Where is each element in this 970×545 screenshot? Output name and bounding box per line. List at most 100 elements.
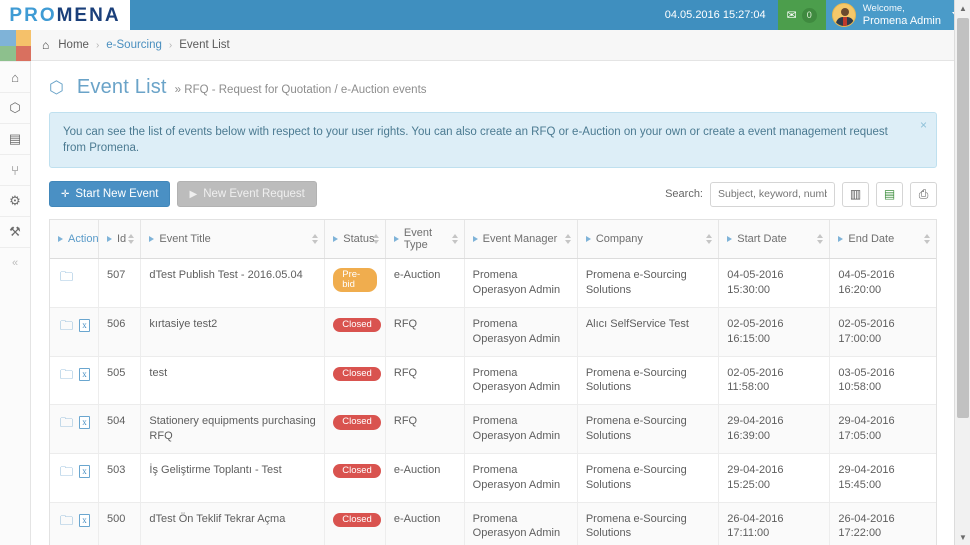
cell-status: Closed — [324, 356, 386, 406]
breadcrumb-separator: › — [168, 39, 173, 51]
sidebar-item-tools[interactable]: ⚒ — [0, 216, 30, 247]
sort-icon[interactable] — [564, 234, 571, 245]
sidebar-item-settings[interactable]: ⚙ — [0, 185, 30, 216]
column-label: Event Manager — [482, 233, 558, 246]
folder-icon[interactable]: 🗀 — [60, 269, 73, 284]
page-scrollbar[interactable]: ▲ ▼ — [954, 0, 970, 545]
close-icon[interactable]: × — [920, 119, 927, 131]
sidebar-item-home[interactable]: ⌂ — [0, 61, 30, 92]
sidebar-logo-squares[interactable] — [0, 30, 31, 61]
column-label: Status — [343, 233, 375, 246]
sort-icon[interactable] — [128, 234, 135, 245]
folder-icon[interactable]: 🗀 — [60, 513, 73, 528]
table-row[interactable]: 🗀 500dTest Ön Teklif Tekrar Açma Closede-A… — [50, 502, 936, 545]
sidebar-item-briefcase[interactable]: ▤ — [0, 123, 30, 154]
user-menu[interactable]: Welcome, Promena Admin — [825, 0, 970, 30]
cell-action: 🗀 — [50, 404, 99, 454]
new-event-request-button[interactable]: ▶ New Event Request — [177, 181, 317, 208]
sidebar-item-sitemap[interactable]: ⑂ — [0, 154, 30, 185]
start-new-event-label: Start New Event — [75, 188, 159, 201]
excel-icon[interactable] — [79, 318, 91, 332]
cell-event-manager: Promena Operasyon Admin — [464, 404, 578, 454]
breadcrumb-separator: › — [95, 39, 100, 51]
cell-event-title: kırtasiye test2 — [140, 307, 326, 357]
sort-icon[interactable] — [312, 234, 319, 245]
column-header-event-manager[interactable]: Event Manager — [464, 220, 578, 260]
cell-event-type: e-Auction — [385, 258, 465, 308]
table-row[interactable]: 🗀 505test ClosedRFQPromena Operasyon Admin… — [50, 356, 936, 406]
collapse-icon: « — [11, 257, 19, 269]
status-badge: Closed — [333, 317, 381, 333]
column-label: Event Title — [159, 233, 211, 246]
folder-icon[interactable]: 🗀 — [60, 367, 73, 382]
table-row[interactable]: 🗀 504Stationery equipments purchasing RFQ… — [50, 404, 936, 454]
table-row[interactable]: 🗀 507 dTest Publish Test - 2016.05.04 Pre-b… — [50, 258, 936, 308]
sort-icon[interactable] — [372, 234, 379, 245]
cell-id: 500 — [98, 502, 142, 545]
column-header-action[interactable]: Action — [50, 220, 99, 260]
box-icon: ⬡ — [49, 78, 64, 97]
brand-logo-pro: PRO — [9, 4, 57, 26]
table-row[interactable]: 🗀 506kırtasiye test2 ClosedRFQPromena Oper… — [50, 307, 936, 357]
cell-company: Promena e-Sourcing Solutions — [577, 258, 720, 308]
column-header-company[interactable]: Company — [577, 220, 720, 260]
scroll-down-arrow-icon[interactable]: ▼ — [955, 529, 970, 545]
scrollbar-thumb[interactable] — [957, 18, 969, 418]
folder-icon[interactable]: 🗀 — [60, 318, 73, 333]
column-label: Company — [595, 233, 643, 246]
cell-event-title: dTest Ön Teklif Tekrar Açma — [140, 502, 326, 545]
folder-icon[interactable]: 🗀 — [60, 415, 73, 430]
cell-status: Closed — [324, 453, 386, 503]
breadcrumb-item-esourcing[interactable]: e-Sourcing — [106, 39, 162, 51]
sort-icon[interactable] — [924, 234, 930, 245]
cell-id: 505 — [98, 356, 142, 406]
cell-start-date: 29-04-2016 15:25:00 — [718, 453, 831, 503]
cell-event-manager: Promena Operasyon Admin — [464, 258, 578, 308]
column-header-event-title[interactable]: Event Title — [140, 220, 326, 260]
print-button[interactable]: ⎙ — [910, 181, 937, 207]
sidebar-rail: ⌂ ⬡ ▤ ⑂ ⚙ ⚒ « — [0, 30, 31, 545]
brand-logo[interactable]: PROMENA — [0, 0, 130, 30]
column-header-status[interactable]: Status — [324, 220, 386, 260]
filter-icon — [149, 236, 155, 243]
excel-icon[interactable] — [79, 416, 91, 430]
sidebar-collapse-button[interactable]: « — [0, 247, 30, 278]
sort-icon[interactable] — [817, 234, 824, 245]
filter-icon — [333, 236, 339, 243]
cell-event-manager: Promena Operasyon Admin — [464, 453, 578, 503]
header-datetime: 04.05.2016 15:27:04 — [652, 0, 778, 30]
sidebar-item-esourcing[interactable]: ⬡ — [0, 92, 30, 123]
avatar — [831, 3, 856, 27]
user-name: Promena Admin — [862, 15, 941, 27]
column-label: End Date — [848, 233, 895, 246]
breadcrumb-item-event-list: Event List — [179, 39, 230, 51]
excel-icon[interactable] — [79, 513, 91, 527]
column-header-end-date[interactable]: End Date — [829, 220, 936, 260]
cell-id: 503 — [98, 453, 142, 503]
excel-icon[interactable] — [79, 464, 91, 478]
cell-start-date: 26-04-2016 17:11:00 — [718, 502, 831, 545]
sort-icon[interactable] — [706, 234, 713, 245]
column-header-event-type[interactable]: Event Type — [385, 220, 465, 260]
start-new-event-button[interactable]: ✛ Start New Event — [49, 181, 171, 208]
folder-icon[interactable]: 🗀 — [60, 464, 73, 479]
messages-count-badge: 0 — [801, 7, 817, 23]
column-chooser-button[interactable]: ▥ — [842, 181, 869, 207]
filter-icon — [585, 236, 591, 243]
table-row[interactable]: 🗀 503İş Geliştirme Toplantı - Test Closede… — [50, 453, 936, 503]
filter-icon — [106, 236, 112, 243]
cell-event-type: RFQ — [385, 356, 465, 406]
cell-event-type: RFQ — [385, 404, 465, 454]
column-header-start-date[interactable]: Start Date — [718, 220, 831, 260]
main-content: ⬡ Event List » RFQ - Request for Quotati… — [31, 62, 954, 545]
export-excel-button[interactable]: ▤ — [876, 181, 903, 207]
column-header-id[interactable]: Id — [98, 220, 142, 260]
messages-button[interactable]: ✉ 0 — [777, 0, 826, 30]
search-input[interactable] — [710, 181, 835, 207]
breadcrumb-item-home[interactable]: Home — [58, 39, 89, 51]
sort-icon[interactable] — [451, 234, 458, 245]
excel-icon[interactable] — [79, 367, 91, 381]
scroll-up-arrow-icon[interactable]: ▲ — [955, 0, 970, 16]
cell-id: 506 — [98, 307, 142, 357]
cell-action: 🗀 — [50, 307, 99, 357]
